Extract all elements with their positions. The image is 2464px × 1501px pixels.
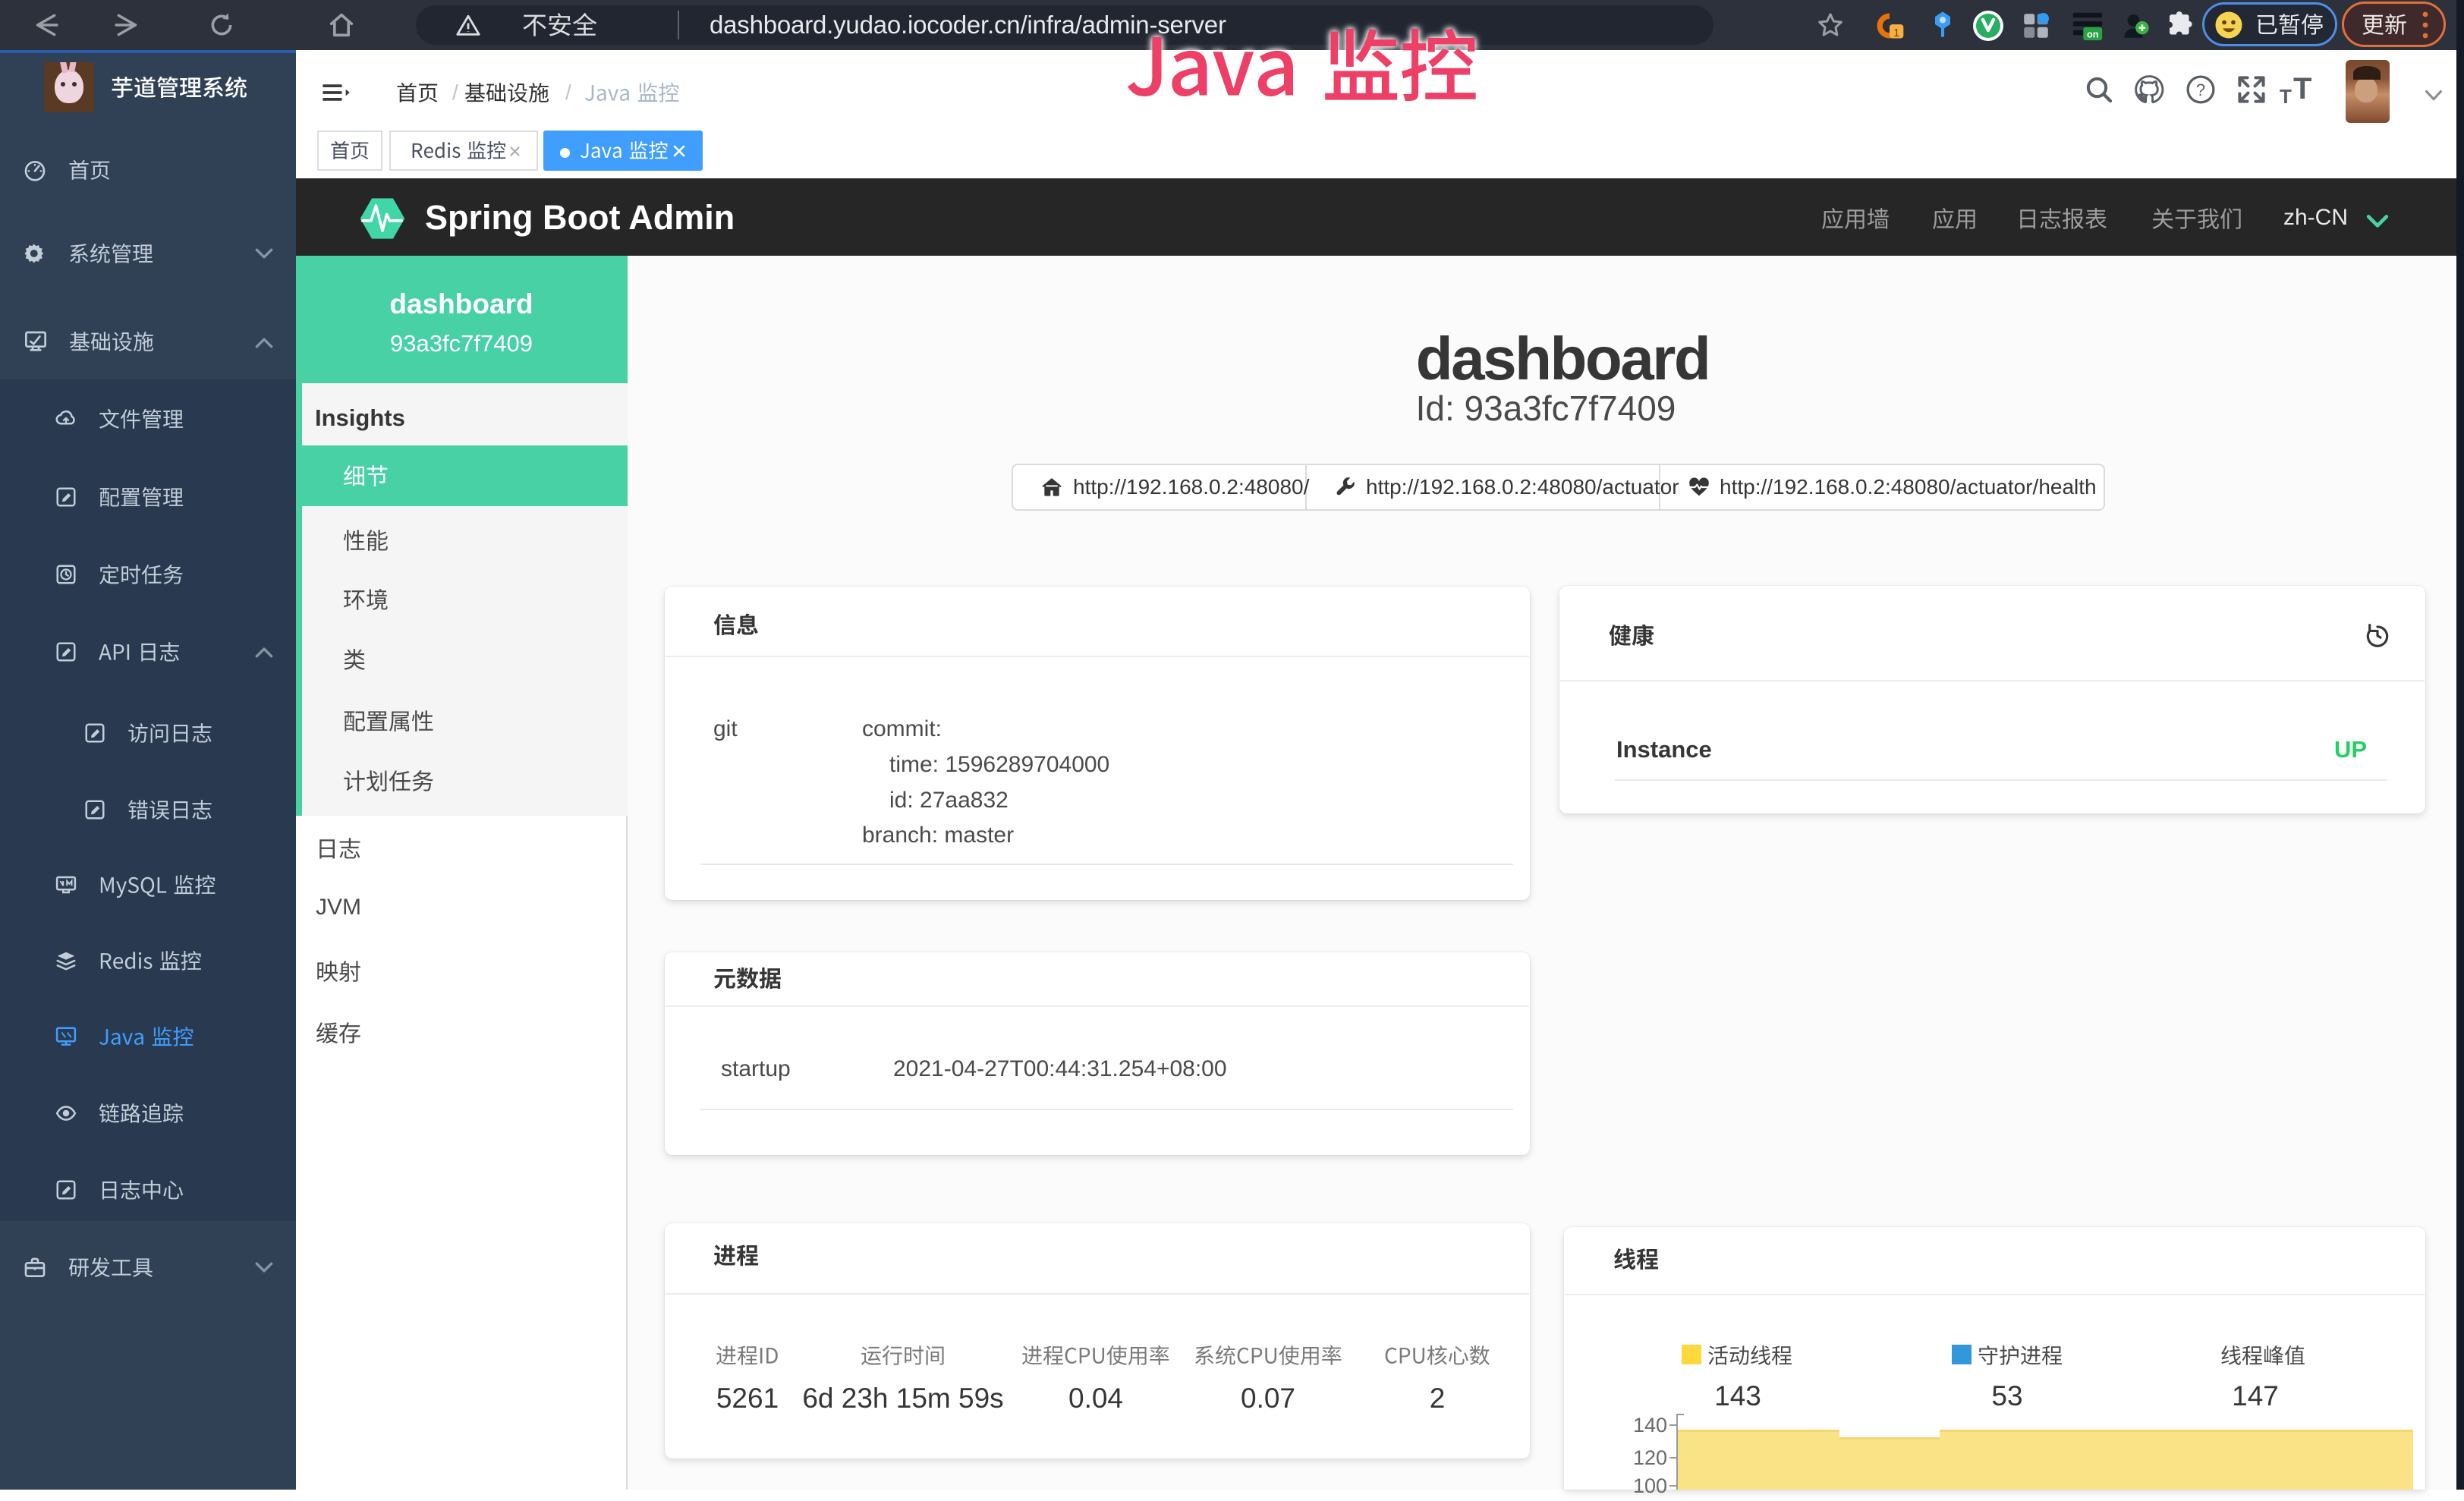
- svg-text:1: 1: [1893, 27, 1899, 39]
- svg-text:on: on: [2087, 29, 2098, 39]
- svg-text:?: ?: [2196, 80, 2205, 99]
